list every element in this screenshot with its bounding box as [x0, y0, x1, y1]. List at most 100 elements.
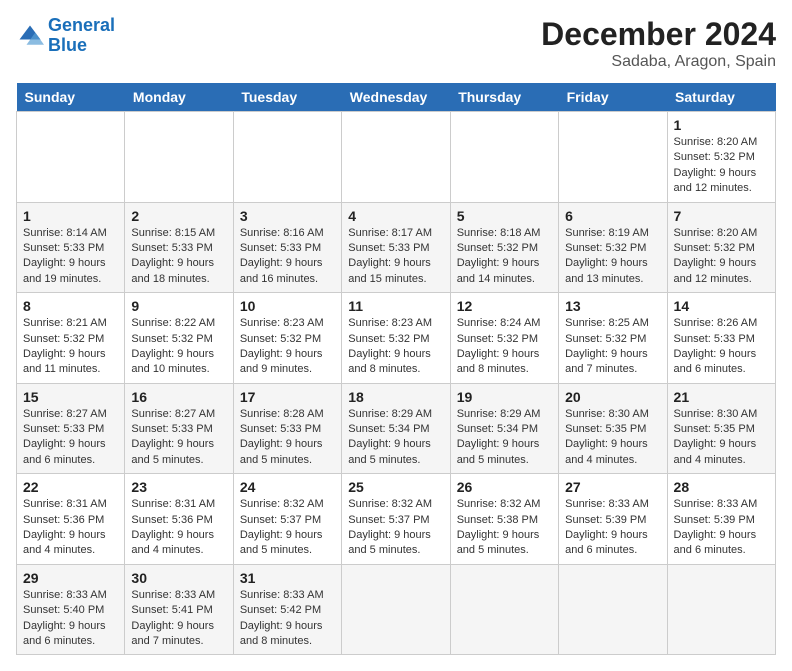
calendar-day-cell [667, 564, 775, 655]
day-info: Sunrise: 8:19 AMSunset: 5:32 PMDaylight:… [565, 226, 660, 288]
day-number: 6 [565, 208, 660, 224]
weekday-header-saturday: Saturday [667, 83, 775, 112]
day-info: Sunrise: 8:20 AMSunset: 5:32 PMDaylight:… [674, 226, 769, 288]
location-title: Sadaba, Aragon, Spain [541, 53, 776, 71]
weekday-header-friday: Friday [559, 83, 667, 112]
calendar-day-cell: 22 Sunrise: 8:31 AMSunset: 5:36 PMDayligh… [17, 474, 125, 565]
month-title: December 2024 [541, 16, 776, 53]
calendar-day-cell: 31Sunrise: 8:33 AMSunset: 5:42 PMDayligh… [233, 564, 341, 655]
day-number: 17 [240, 389, 335, 405]
calendar-day-cell: 29Sunrise: 8:33 AMSunset: 5:40 PMDayligh… [17, 564, 125, 655]
calendar-day-cell [342, 564, 450, 655]
day-info: Sunrise: 8:23 AMSunset: 5:32 PMDaylight:… [348, 316, 443, 378]
day-info: Sunrise: 8:18 AMSunset: 5:32 PMDaylight:… [457, 226, 552, 288]
day-number: 19 [457, 389, 552, 405]
calendar-day-cell: 11 Sunrise: 8:23 AMSunset: 5:32 PMDayligh… [342, 293, 450, 384]
day-number: 14 [674, 298, 769, 314]
calendar-day-cell: 9 Sunrise: 8:22 AMSunset: 5:32 PMDaylight… [125, 293, 233, 384]
day-number: 27 [565, 479, 660, 495]
day-number: 4 [348, 208, 443, 224]
calendar-day-cell: 28Sunrise: 8:33 AMSunset: 5:39 PMDayligh… [667, 474, 775, 565]
day-number: 8 [23, 298, 118, 314]
calendar-day-cell [17, 112, 125, 203]
calendar-day-cell: 5 Sunrise: 8:18 AMSunset: 5:32 PMDaylight… [450, 202, 558, 293]
calendar-day-cell: 2Sunrise: 8:15 AMSunset: 5:33 PMDaylight… [125, 202, 233, 293]
day-number: 23 [131, 479, 226, 495]
day-number: 16 [131, 389, 226, 405]
weekday-header-tuesday: Tuesday [233, 83, 341, 112]
calendar-day-cell: 7 Sunrise: 8:20 AMSunset: 5:32 PMDaylight… [667, 202, 775, 293]
day-number: 30 [131, 570, 226, 586]
calendar-day-cell: 17Sunrise: 8:28 AMSunset: 5:33 PMDayligh… [233, 383, 341, 474]
day-info: Sunrise: 8:29 AMSunset: 5:34 PMDaylight:… [457, 407, 552, 469]
day-number: 5 [457, 208, 552, 224]
day-number: 29 [23, 570, 118, 586]
calendar-day-cell [559, 112, 667, 203]
calendar-day-cell: 20 Sunrise: 8:30 AMSunset: 5:35 PMDayligh… [559, 383, 667, 474]
calendar-day-cell [125, 112, 233, 203]
calendar-day-cell: 1 Sunrise: 8:20 AMSunset: 5:32 PMDaylight… [667, 112, 775, 203]
day-info: Sunrise: 8:31 AMSunset: 5:36 PMDaylight:… [23, 497, 118, 559]
calendar-day-cell: 8Sunrise: 8:21 AMSunset: 5:32 PMDaylight… [17, 293, 125, 384]
calendar-day-cell [450, 564, 558, 655]
day-info: Sunrise: 8:16 AMSunset: 5:33 PMDaylight:… [240, 226, 335, 288]
calendar-day-cell: 27Sunrise: 8:33 AMSunset: 5:39 PMDayligh… [559, 474, 667, 565]
day-number: 21 [674, 389, 769, 405]
day-number: 13 [565, 298, 660, 314]
day-info: Sunrise: 8:30 AMSunset: 5:35 PMDaylight:… [565, 407, 660, 469]
day-number: 24 [240, 479, 335, 495]
day-number: 15 [23, 389, 118, 405]
calendar-day-cell: 18Sunrise: 8:29 AMSunset: 5:34 PMDayligh… [342, 383, 450, 474]
calendar-day-cell: 24Sunrise: 8:32 AMSunset: 5:37 PMDayligh… [233, 474, 341, 565]
calendar-week-row: 1Sunrise: 8:14 AMSunset: 5:33 PMDaylight… [17, 202, 776, 293]
day-number: 9 [131, 298, 226, 314]
calendar-week-row: 22 Sunrise: 8:31 AMSunset: 5:36 PMDayligh… [17, 474, 776, 565]
day-info: Sunrise: 8:24 AMSunset: 5:32 PMDaylight:… [457, 316, 552, 378]
day-number: 2 [131, 208, 226, 224]
calendar-day-cell: 1Sunrise: 8:14 AMSunset: 5:33 PMDaylight… [17, 202, 125, 293]
day-info: Sunrise: 8:25 AMSunset: 5:32 PMDaylight:… [565, 316, 660, 378]
calendar-day-cell: 16 Sunrise: 8:27 AMSunset: 5:33 PMDayligh… [125, 383, 233, 474]
day-number: 7 [674, 208, 769, 224]
calendar-week-row: 15 Sunrise: 8:27 AMSunset: 5:33 PMDayligh… [17, 383, 776, 474]
day-info: Sunrise: 8:32 AMSunset: 5:37 PMDaylight:… [348, 497, 443, 559]
day-number: 25 [348, 479, 443, 495]
day-number: 12 [457, 298, 552, 314]
day-info: Sunrise: 8:31 AMSunset: 5:36 PMDaylight:… [131, 497, 226, 559]
calendar-day-cell: 4 Sunrise: 8:17 AMSunset: 5:33 PMDaylight… [342, 202, 450, 293]
calendar-day-cell: 26 Sunrise: 8:32 AMSunset: 5:38 PMDayligh… [450, 474, 558, 565]
calendar-day-cell: 13 Sunrise: 8:25 AMSunset: 5:32 PMDayligh… [559, 293, 667, 384]
day-info: Sunrise: 8:30 AMSunset: 5:35 PMDaylight:… [674, 407, 769, 469]
weekday-header-thursday: Thursday [450, 83, 558, 112]
calendar-day-cell [450, 112, 558, 203]
calendar-day-cell: 12 Sunrise: 8:24 AMSunset: 5:32 PMDayligh… [450, 293, 558, 384]
title-block: December 2024 Sadaba, Aragon, Spain [541, 16, 776, 71]
day-info: Sunrise: 8:22 AMSunset: 5:32 PMDaylight:… [131, 316, 226, 378]
day-number: 26 [457, 479, 552, 495]
day-number: 1 [674, 117, 769, 133]
day-number: 11 [348, 298, 443, 314]
weekday-header-wednesday: Wednesday [342, 83, 450, 112]
day-info: Sunrise: 8:14 AMSunset: 5:33 PMDaylight:… [23, 226, 118, 288]
day-info: Sunrise: 8:20 AMSunset: 5:32 PMDaylight:… [674, 135, 769, 197]
day-number: 20 [565, 389, 660, 405]
calendar-day-cell: 3 Sunrise: 8:16 AMSunset: 5:33 PMDaylight… [233, 202, 341, 293]
calendar-week-row: 8Sunrise: 8:21 AMSunset: 5:32 PMDaylight… [17, 293, 776, 384]
day-number: 3 [240, 208, 335, 224]
page-header: General Blue December 2024 Sadaba, Arago… [16, 16, 776, 71]
day-info: Sunrise: 8:29 AMSunset: 5:34 PMDaylight:… [348, 407, 443, 469]
day-info: Sunrise: 8:32 AMSunset: 5:38 PMDaylight:… [457, 497, 552, 559]
calendar-day-cell: 14Sunrise: 8:26 AMSunset: 5:33 PMDayligh… [667, 293, 775, 384]
weekday-header-monday: Monday [125, 83, 233, 112]
day-number: 22 [23, 479, 118, 495]
logo-text: General Blue [48, 16, 115, 56]
calendar-day-cell: 10Sunrise: 8:23 AMSunset: 5:32 PMDayligh… [233, 293, 341, 384]
day-number: 28 [674, 479, 769, 495]
calendar-week-row: 1 Sunrise: 8:20 AMSunset: 5:32 PMDaylight… [17, 112, 776, 203]
day-info: Sunrise: 8:17 AMSunset: 5:33 PMDaylight:… [348, 226, 443, 288]
calendar-day-cell: 23 Sunrise: 8:31 AMSunset: 5:36 PMDayligh… [125, 474, 233, 565]
day-info: Sunrise: 8:27 AMSunset: 5:33 PMDaylight:… [131, 407, 226, 469]
calendar-day-cell [559, 564, 667, 655]
calendar-day-cell [233, 112, 341, 203]
calendar-day-cell: 15Sunrise: 8:27 AMSunset: 5:33 PMDayligh… [17, 383, 125, 474]
